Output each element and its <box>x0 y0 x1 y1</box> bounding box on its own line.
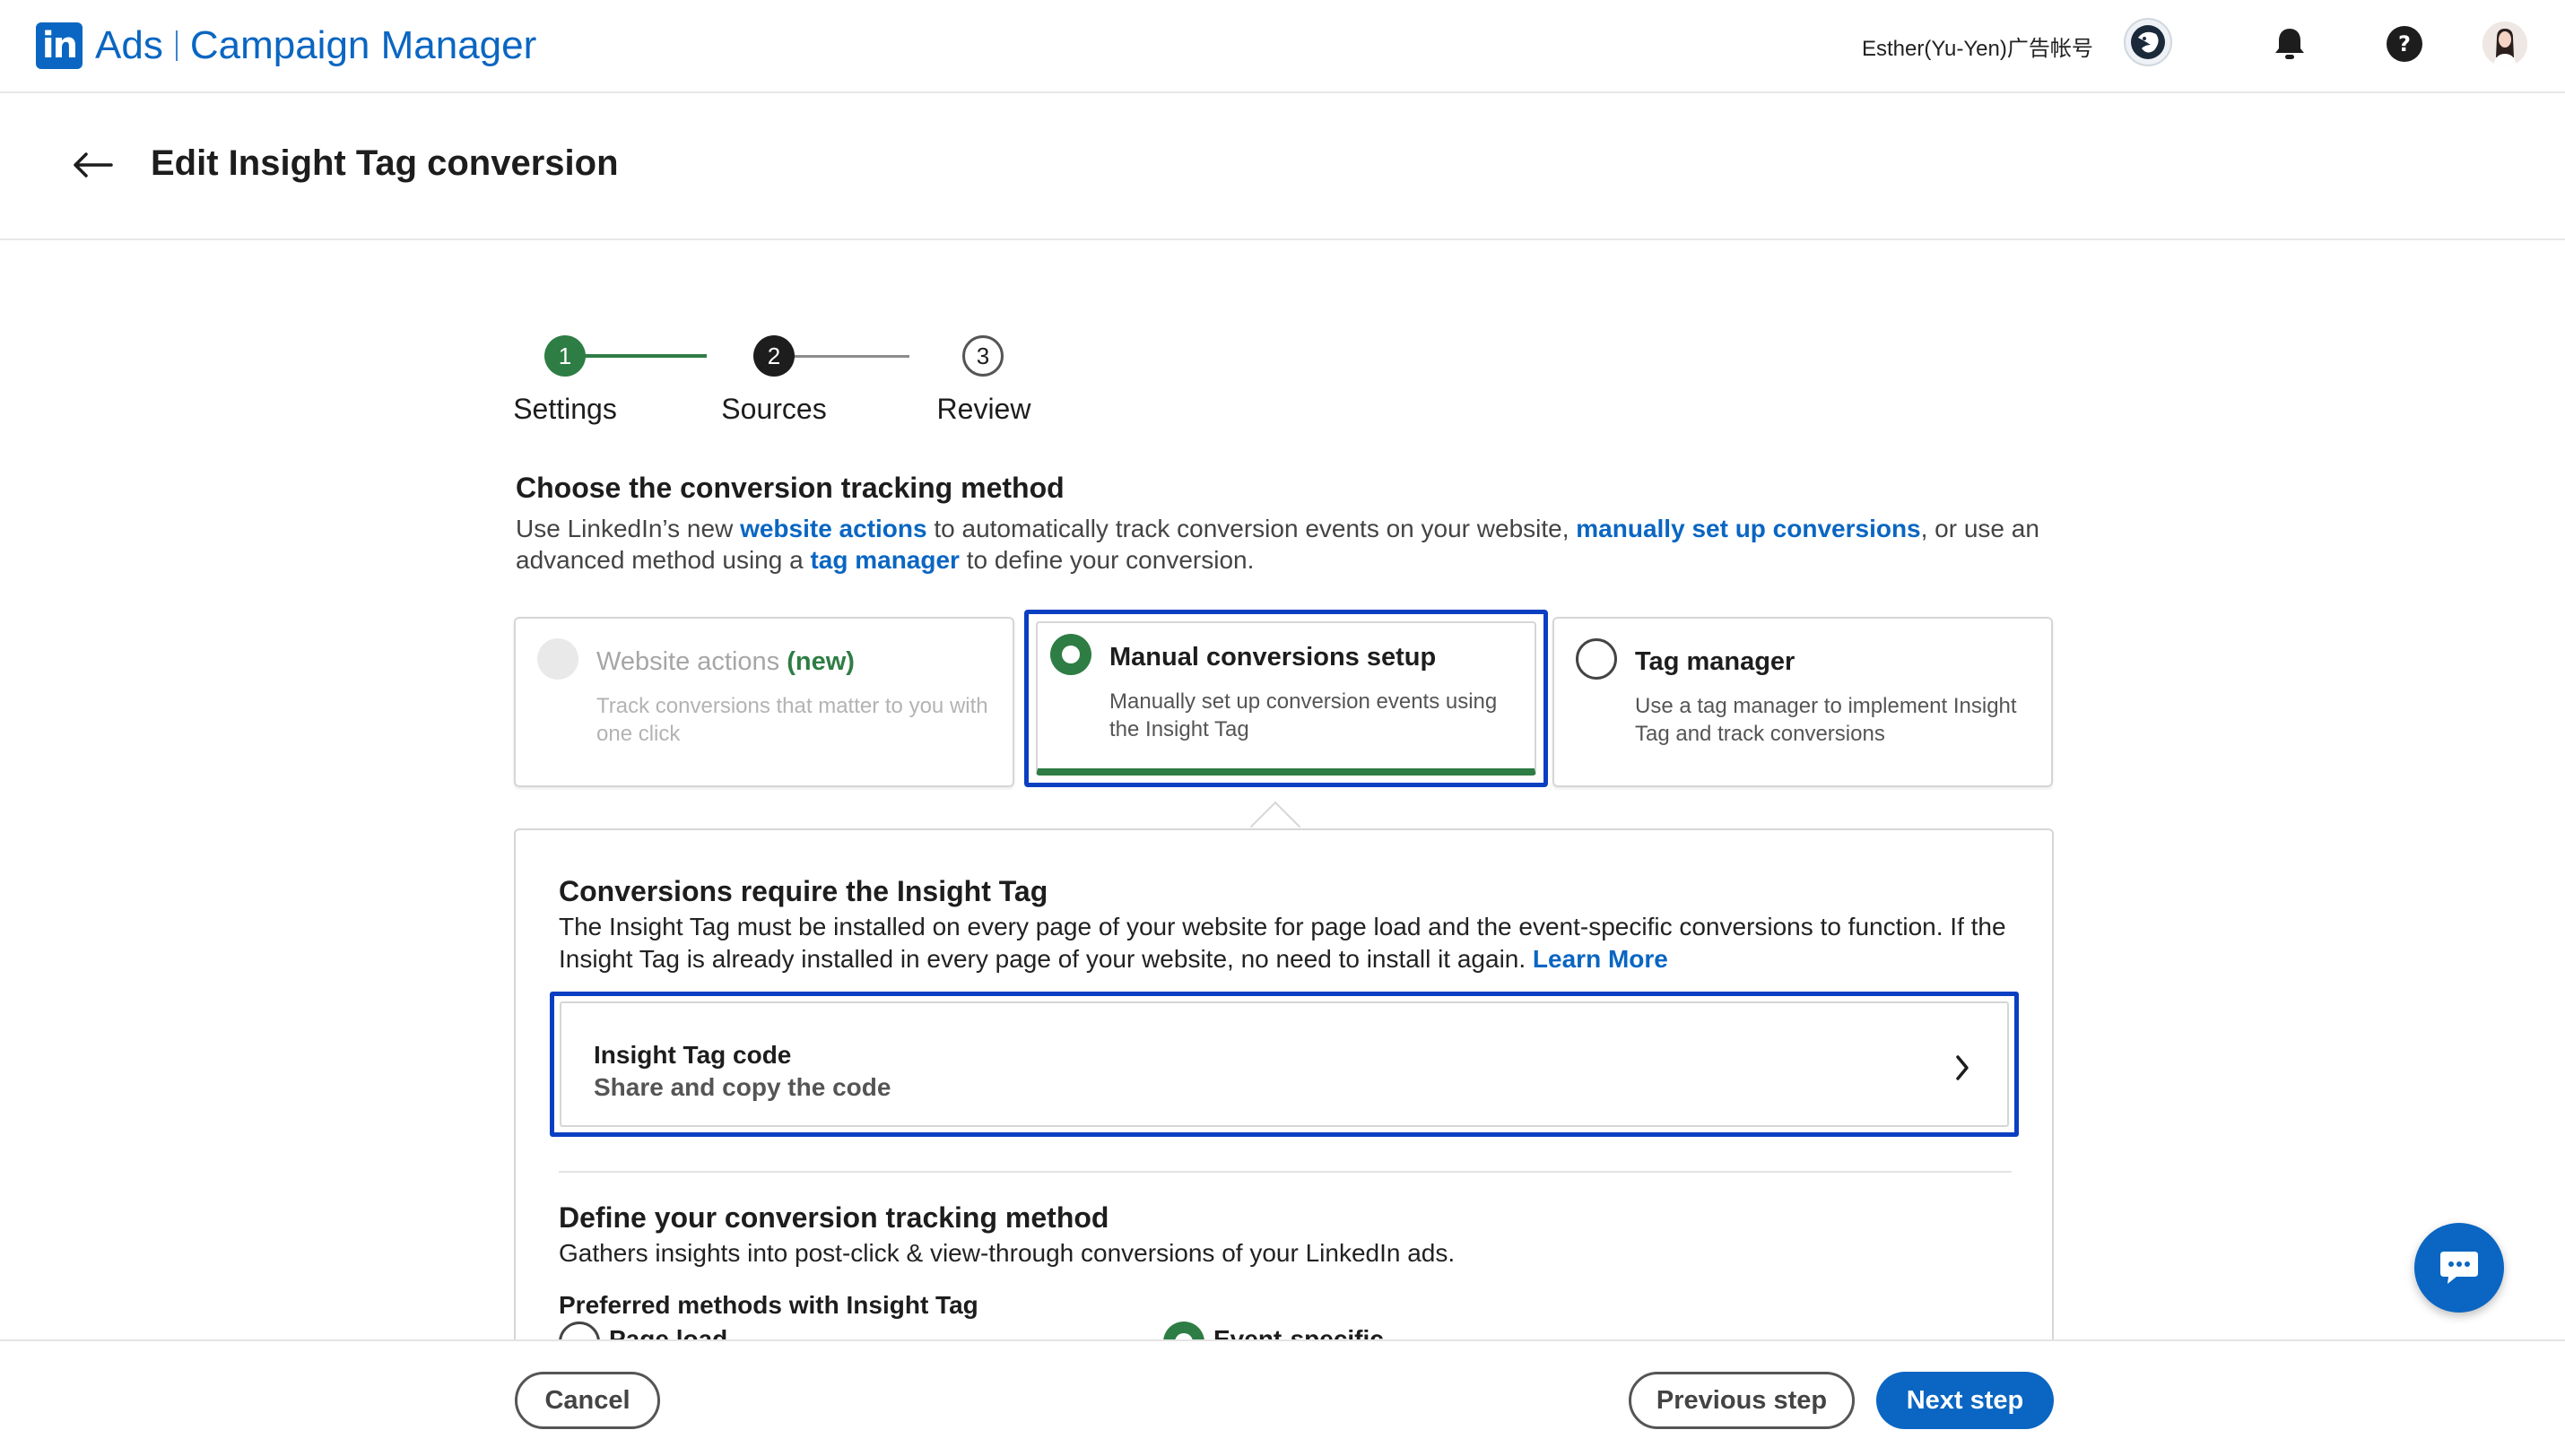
linkedin-logo-icon: in <box>36 22 83 69</box>
manual-conversions-description: Manually set up conversion events using … <box>1109 689 1498 741</box>
user-avatar-icon[interactable] <box>2482 22 2527 66</box>
chat-icon[interactable] <box>2414 1223 2504 1313</box>
define-method-description: Gathers insights into post-click & view-… <box>559 1239 1456 1267</box>
back-arrow-icon[interactable] <box>70 147 115 183</box>
step-1-label[interactable]: Settings <box>513 393 617 426</box>
tag-manager-title: Tag manager <box>1635 647 1796 676</box>
footer-actions: Cancel Previous step Next step <box>0 1339 2565 1456</box>
method-desc-part-1: Use LinkedIn’s new <box>516 515 741 542</box>
bell-icon[interactable] <box>2269 23 2310 65</box>
learn-more-link[interactable]: Learn More <box>1533 945 1668 973</box>
step-connector-pending <box>777 355 909 358</box>
website-actions-description: Track conversions that matter to you wit… <box>596 694 988 746</box>
option-card-website-actions: Website actions (new) Track conversions … <box>514 617 1014 787</box>
method-section-description: Use LinkedIn’s new website actions to au… <box>516 513 2058 576</box>
preferred-methods-title: Preferred methods with Insight Tag <box>559 1291 978 1319</box>
brand-text: Ads Campaign Manager <box>95 23 536 68</box>
website-actions-link[interactable]: website actions <box>740 515 927 542</box>
page-title: Edit Insight Tag conversion <box>151 143 619 183</box>
step-2-circle[interactable]: 2 <box>753 335 795 377</box>
method-desc-part-4: to define your conversion. <box>959 546 1255 574</box>
website-actions-title-text: Website actions <box>596 647 780 676</box>
brand-name: Campaign Manager <box>189 23 537 67</box>
insight-tag-code-row-inner: Insight Tag code Share and copy the code <box>560 1001 2009 1127</box>
tag-manager-description: Use a tag manager to implement Insight T… <box>1635 694 2017 746</box>
manual-conversions-title: Manual conversions setup <box>1109 643 1437 672</box>
chevron-right-icon[interactable] <box>1952 1050 1973 1086</box>
step-2-label[interactable]: Sources <box>721 393 826 426</box>
option-card-tag-manager[interactable]: Tag manager Use a tag manager to impleme… <box>1552 617 2053 787</box>
step-3-label: Review <box>936 393 1031 425</box>
page-header: Edit Insight Tag conversion <box>0 93 2565 240</box>
insight-tag-title: Conversions require the Insight Tag <box>559 875 1048 907</box>
step-connector-complete <box>574 354 707 358</box>
previous-step-button[interactable]: Previous step <box>1629 1372 1855 1429</box>
help-icon[interactable]: ? <box>2384 23 2425 65</box>
insight-tag-code-subtitle: Share and copy the code <box>594 1073 891 1101</box>
svg-text:?: ? <box>2398 31 2411 56</box>
insight-tag-description-text: The Insight Tag must be installed on eve… <box>559 913 2006 973</box>
option-card-manual-conversions[interactable]: Manual conversions setup Manually set up… <box>1024 610 1548 787</box>
method-desc-part-2: to automatically track conversion events… <box>926 515 1577 542</box>
step-1-circle[interactable]: 1 <box>544 335 586 377</box>
top-navigation: in Ads Campaign Manager Esther(Yu-Yen)广告… <box>0 0 2565 93</box>
step-3-circle: 3 <box>962 335 1004 377</box>
website-actions-title: Website actions (new) <box>596 647 855 677</box>
tag-manager-radio[interactable] <box>1576 638 1617 680</box>
option-card-manual-inner: Manual conversions setup Manually set up… <box>1036 621 1536 776</box>
brand-product: Ads <box>95 23 163 67</box>
method-section-title: Choose the conversion tracking method <box>516 472 1065 504</box>
cancel-button[interactable]: Cancel <box>515 1372 660 1429</box>
manual-conversions-radio[interactable] <box>1050 634 1091 675</box>
brand-divider <box>175 30 178 61</box>
insight-tag-description: The Insight Tag must be installed on eve… <box>559 911 2030 975</box>
account-name[interactable]: Esther(Yu-Yen)广告帐号 <box>1862 30 2093 62</box>
manual-conversions-link[interactable]: manually set up conversions <box>1576 515 1920 542</box>
account-avatar-icon[interactable] <box>2124 18 2172 66</box>
next-step-button[interactable]: Next step <box>1876 1372 2054 1429</box>
panel-divider <box>559 1171 2012 1173</box>
define-method-title: Define your conversion tracking method <box>559 1201 1109 1234</box>
insight-tag-code-row[interactable]: Insight Tag code Share and copy the code <box>550 992 2019 1137</box>
new-badge: (new) <box>787 647 855 676</box>
tag-manager-link[interactable]: tag manager <box>810 546 960 574</box>
brand[interactable]: in Ads Campaign Manager <box>36 22 536 70</box>
progress-stepper: 1 2 3 Settings Sources Review <box>502 328 1058 436</box>
insight-tag-code-title: Insight Tag code <box>594 1041 792 1069</box>
website-actions-radio <box>537 638 578 680</box>
